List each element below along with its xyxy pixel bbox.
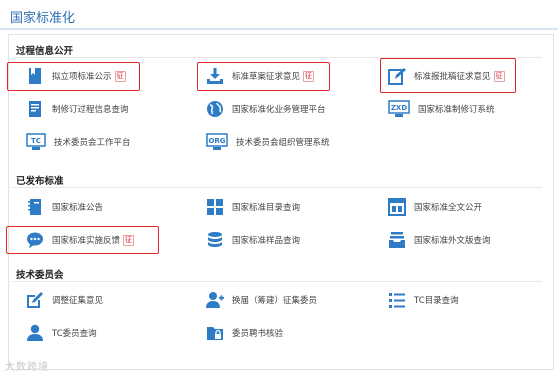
add-user-icon [206, 291, 224, 309]
edit-pencil-icon [388, 67, 406, 85]
org-monitor-icon: ORG [206, 133, 228, 151]
item-label: 国家标准样品查询 [232, 236, 301, 246]
globe-icon [206, 100, 224, 118]
zxd-text: ZXD [391, 104, 407, 112]
layout-window-icon [388, 198, 406, 216]
item-label: 国家标准制修订系统 [418, 105, 495, 115]
item-lixiang[interactable]: 拟立项标准公示 征 [26, 65, 126, 87]
notebook-icon [26, 198, 44, 216]
item-label: 拟立项标准公示 [52, 72, 112, 82]
item-zxd[interactable]: ZXD 国家标准制修订系统 [388, 98, 495, 120]
folder-lock-icon [206, 324, 224, 342]
divider [12, 187, 542, 188]
divider [12, 281, 542, 282]
item-tcmulu[interactable]: TC目录查询 [388, 289, 459, 311]
item-quanwen[interactable]: 国家标准全文公开 [388, 196, 482, 218]
watermark: 大数跨境 [5, 362, 49, 373]
section-title-published: 已发布标准 [16, 176, 64, 187]
org-text: ORG [208, 137, 225, 145]
item-label: 调整征集意见 [52, 296, 104, 306]
item-caoan[interactable]: 标准草案征求意见 征 [206, 65, 315, 87]
item-label: TC目录查询 [414, 296, 459, 306]
tc-monitor-icon: TC [26, 133, 46, 151]
section-title-process: 过程信息公开 [16, 46, 74, 57]
tc-text: TC [31, 137, 41, 145]
item-jswy[interactable]: TC 技术委员会工作平台 [26, 131, 131, 153]
item-label: 国家标准目录查询 [232, 203, 301, 213]
zxd-monitor-icon: ZXD [388, 100, 410, 118]
item-label: 国家标准实施反馈 [52, 236, 121, 246]
edit-square-icon [26, 291, 44, 309]
download-tray-icon [206, 67, 224, 85]
document-list-icon [26, 100, 44, 118]
item-zuzhi[interactable]: ORG 技术委员会组织管理系统 [206, 131, 330, 153]
item-label: TC委员查询 [52, 329, 97, 339]
database-icon [206, 231, 224, 249]
badge-zheng: 征 [114, 70, 126, 82]
item-baopi[interactable]: 标准报批稿征求意见 征 [388, 65, 505, 87]
section-title-committee: 技术委员会 [16, 270, 64, 281]
badge-zheng: 征 [123, 234, 135, 246]
item-waiwen[interactable]: 国家标准外文版查询 [388, 229, 491, 251]
item-label: 技术委员会组织管理系统 [236, 138, 330, 148]
list-icon [388, 291, 406, 309]
item-label: 换届（筹建）征集委员 [232, 296, 318, 306]
item-mulu[interactable]: 国家标准目录查询 [206, 196, 300, 218]
item-label: 制修订过程信息查询 [52, 105, 129, 115]
item-zhixiuding[interactable]: 制修订过程信息查询 [26, 98, 129, 120]
chat-bubble-icon [26, 231, 44, 249]
inbox-tray-icon [388, 231, 406, 249]
bookmark-book-icon [26, 67, 44, 85]
item-label: 国家标准全文公开 [414, 203, 483, 213]
badge-zheng: 征 [493, 70, 505, 82]
page-header: 国家标准化 [0, 0, 558, 30]
item-pinshu[interactable]: 委员聘书核验 [206, 322, 283, 344]
grid-icon [206, 198, 224, 216]
item-label: 国家标准化业务管理平台 [232, 105, 326, 115]
page-title: 国家标准化 [10, 11, 76, 26]
item-huanjie[interactable]: 换届（筹建）征集委员 [206, 289, 317, 311]
item-label: 国家标准公告 [52, 203, 104, 213]
item-label: 委员聘书核验 [232, 329, 284, 339]
item-label: 标准报批稿征求意见 [414, 72, 491, 82]
item-yewu[interactable]: 国家标准化业务管理平台 [206, 98, 326, 120]
user-icon [26, 324, 44, 342]
item-gonggao[interactable]: 国家标准公告 [26, 196, 103, 218]
item-label: 标准草案征求意见 [232, 72, 301, 82]
item-yangpin[interactable]: 国家标准样品查询 [206, 229, 300, 251]
item-label: 技术委员会工作平台 [54, 138, 131, 148]
item-fankui[interactable]: 国家标准实施反馈 征 [26, 229, 135, 251]
item-tiaozheng[interactable]: 调整征集意见 [26, 289, 103, 311]
badge-zheng: 征 [303, 70, 315, 82]
item-tcweiyuan[interactable]: TC委员查询 [26, 322, 97, 344]
item-label: 国家标准外文版查询 [414, 236, 491, 246]
